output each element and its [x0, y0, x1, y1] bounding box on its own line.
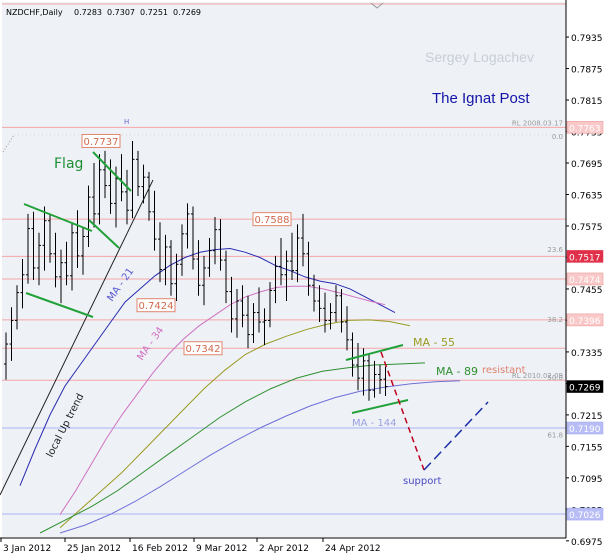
level-note-text: 50.0	[547, 374, 563, 382]
y-tick-label: 0.7935	[571, 34, 603, 44]
y-tick-label: 0.7635	[571, 191, 603, 201]
y-tick-label: 0.7335	[571, 349, 603, 359]
x-tick-label: 2 Apr 2012	[259, 544, 309, 554]
flag-label: Flag	[54, 156, 83, 172]
support-label: support	[403, 476, 441, 487]
level-note-text: RL 2008.03.17	[512, 119, 563, 127]
x-tick-label: 9 Mar 2012	[196, 544, 247, 554]
header-high: 0.7307	[107, 8, 135, 17]
level-note-text: 23.6	[547, 246, 563, 254]
price-chart: NZDCHF,Daily 0.7283 0.7307 0.7251 0.7269…	[0, 0, 605, 555]
level-note-text: 38.2	[547, 316, 563, 324]
y-tick-label: 0.7875	[571, 66, 603, 76]
axis-price-box-text: 0.7517	[569, 253, 601, 263]
price-label-text: 0.7342	[186, 344, 221, 355]
header-low: 0.7251	[140, 8, 168, 17]
brand-title: The Ignat Post	[432, 90, 530, 107]
y-tick-label: 0.7215	[571, 412, 603, 422]
y-tick-label: 0.6975	[571, 538, 603, 548]
y-tick-label: 0.7695	[571, 160, 603, 170]
axis-price-box-text: 0.7763	[569, 124, 601, 134]
header-symbol: NZDCHF,Daily	[6, 8, 63, 17]
y-tick-label: 0.7815	[571, 97, 603, 107]
high-marker: H	[124, 118, 129, 126]
axis-price-box-text: 0.7474	[569, 276, 601, 286]
header-open: 0.7283	[74, 8, 102, 17]
y-tick-label: 0.7575	[571, 223, 603, 233]
chart-window: NZDCHF,Daily 0.7283 0.7307 0.7251 0.7269…	[0, 0, 605, 555]
level-note-text: 0.0	[552, 133, 563, 141]
price-label-text: 0.7588	[255, 215, 290, 226]
ma89-label: MA - 89	[436, 365, 478, 378]
x-tick-label: 25 Jan 2012	[67, 544, 121, 554]
level-note-text: 61.8	[547, 432, 563, 440]
x-tick-label: 16 Feb 2012	[132, 544, 188, 554]
ma144-label: MA - 144	[352, 418, 397, 429]
y-tick-label: 0.7155	[571, 443, 603, 453]
axis-price-box-text: 0.7396	[569, 317, 601, 327]
x-tick-label: 24 Apr 2012	[325, 544, 381, 554]
axis-price-box-text: 0.7190	[569, 425, 601, 435]
x-tick-label: 3 Jan 2012	[3, 544, 51, 554]
y-tick-label: 0.7095	[571, 475, 603, 485]
watermark-text: Sergey Logachev	[425, 49, 534, 65]
price-label-text: 0.7737	[84, 137, 119, 148]
price-label-text: 0.7424	[139, 301, 174, 312]
header-close: 0.7269	[173, 8, 201, 17]
plot-area	[2, 2, 566, 537]
y-tick-label: 0.7455	[571, 286, 603, 296]
ma55-label: MA - 55	[413, 336, 455, 349]
axis-price-box-text: 0.7026	[569, 511, 601, 521]
axis-price-box-text: 0.7269	[569, 384, 601, 394]
